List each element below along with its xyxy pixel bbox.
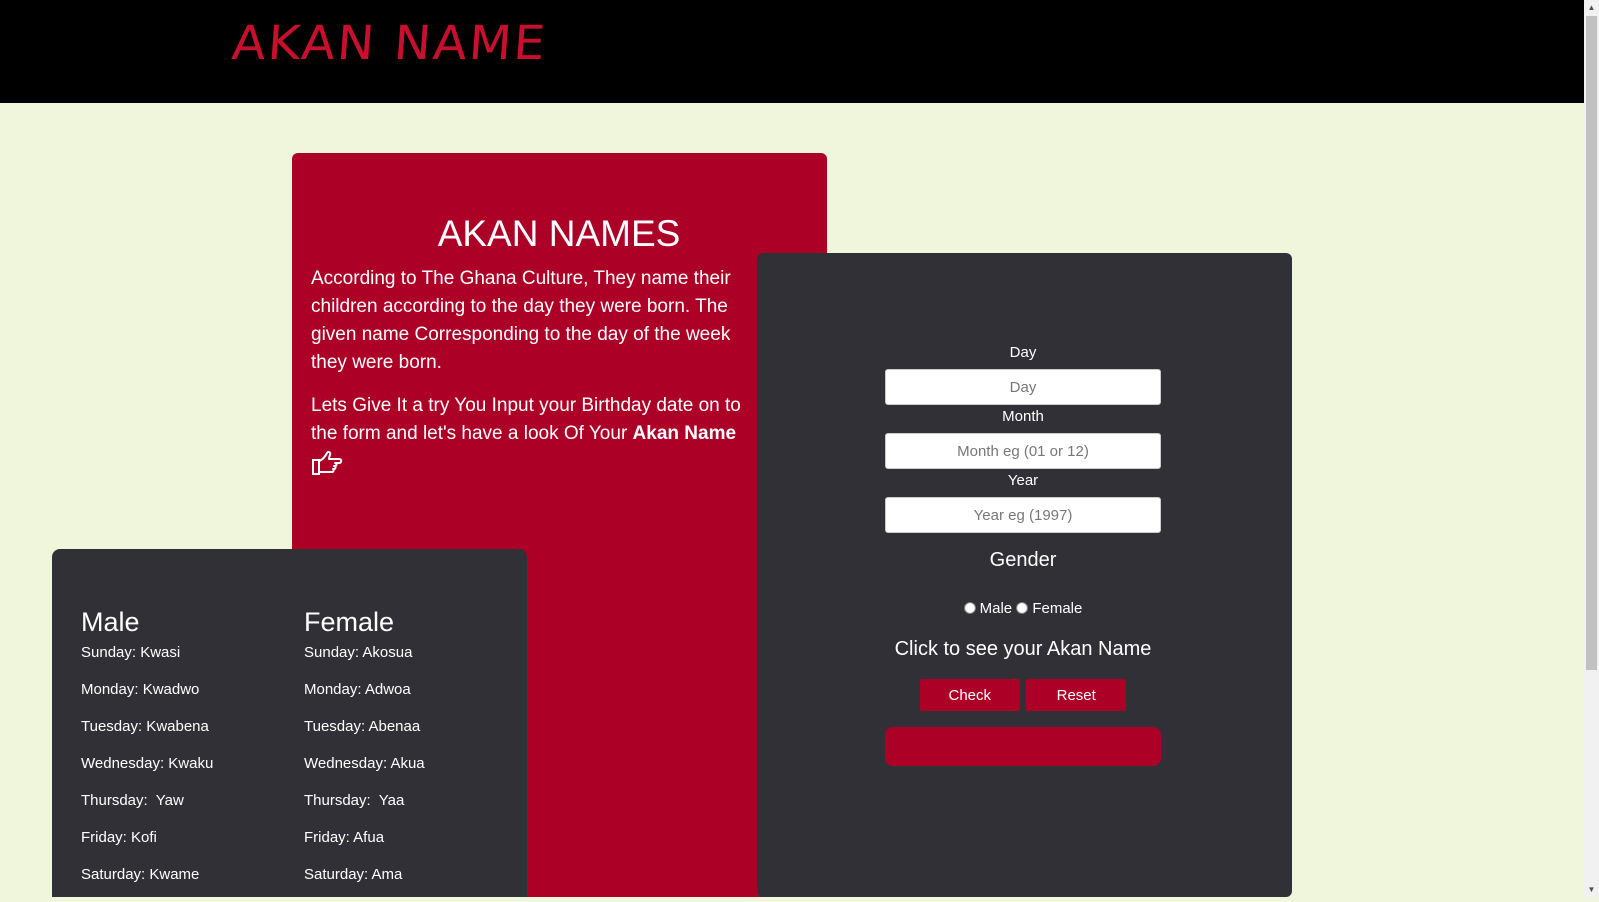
male-name-thursday: Thursday: Yaw — [81, 792, 184, 809]
male-name-saturday: Saturday: Kwame — [81, 866, 200, 883]
male-name-tuesday: Tuesday: Kwabena — [81, 718, 209, 735]
female-name-tuesday: Tuesday: Abenaa — [304, 718, 421, 735]
month-input[interactable] — [885, 433, 1161, 469]
reset-button[interactable]: Reset — [1026, 679, 1127, 711]
top-navbar: AKAN NAME — [0, 0, 1584, 103]
male-name-friday: Friday: Kofi — [81, 829, 157, 846]
day-label: Day — [1009, 344, 1037, 361]
month-label: Month — [1002, 408, 1044, 425]
check-button[interactable]: Check — [919, 679, 1020, 711]
female-name-monday: Monday: Adwoa — [304, 681, 411, 698]
scroll-down-arrow-icon[interactable]: ▼ — [1584, 882, 1599, 897]
page-scrollbar[interactable]: ▲ ▼ — [1584, 0, 1599, 897]
hand-pointing-right-icon — [312, 450, 343, 475]
site-logo[interactable]: AKAN NAME — [230, 16, 549, 71]
result-display — [885, 727, 1161, 766]
female-heading: Female — [304, 607, 395, 637]
female-name-sunday: Sunday: Akosua — [304, 644, 413, 661]
year-input[interactable] — [885, 497, 1161, 533]
birthday-form-card: Day Month Year Gender Male Female Click … — [757, 253, 1292, 897]
year-label: Year — [1007, 472, 1039, 489]
female-name-thursday: Thursday: Yaa — [304, 792, 405, 809]
click-instruction: Click to see your Akan Name — [894, 638, 1152, 660]
male-heading: Male — [81, 607, 140, 637]
female-name-saturday: Saturday: Ama — [304, 866, 403, 883]
birthday-form: Day Month Year Gender Male Female Click … — [885, 343, 1161, 766]
page-title: AKAN NAMES — [437, 213, 681, 254]
female-name-wednesday: Wednesday: Akua — [304, 755, 425, 772]
intro-paragraph: According to The Ghana Culture, They nam… — [311, 268, 731, 373]
akan-names-list-card: Male Sunday: Kwasi Monday: Kwadwo Tuesda… — [52, 549, 527, 897]
form-buttons: Check Reset — [885, 679, 1161, 711]
akan-name-emphasis: Akan Name — [632, 423, 737, 444]
female-radio[interactable] — [1016, 602, 1029, 614]
instruction-paragraph: Lets Give It a try You Input your Birthd… — [311, 392, 751, 478]
female-names-column: Female Sunday: Akosua Monday: Adwoa Tues… — [304, 605, 425, 902]
male-radio-label[interactable]: Male — [980, 600, 1013, 617]
male-names-column: Male Sunday: Kwasi Monday: Kwadwo Tuesda… — [81, 605, 213, 902]
female-name-friday: Friday: Afua — [304, 829, 385, 846]
male-name-wednesday: Wednesday: Kwaku — [81, 755, 214, 772]
female-option: Female — [1016, 599, 1082, 619]
male-radio[interactable] — [963, 602, 976, 614]
male-name-monday: Monday: Kwadwo — [81, 681, 200, 698]
gender-title: Gender — [989, 549, 1057, 571]
female-radio-label[interactable]: Female — [1032, 600, 1082, 617]
scrollbar-thumb[interactable] — [1586, 16, 1597, 670]
gender-radio-group: Male Female — [885, 599, 1161, 619]
day-input[interactable] — [885, 369, 1161, 405]
male-name-sunday: Sunday: Kwasi — [81, 644, 181, 661]
scroll-up-arrow-icon[interactable]: ▲ — [1584, 0, 1599, 15]
male-option: Male — [963, 599, 1013, 619]
